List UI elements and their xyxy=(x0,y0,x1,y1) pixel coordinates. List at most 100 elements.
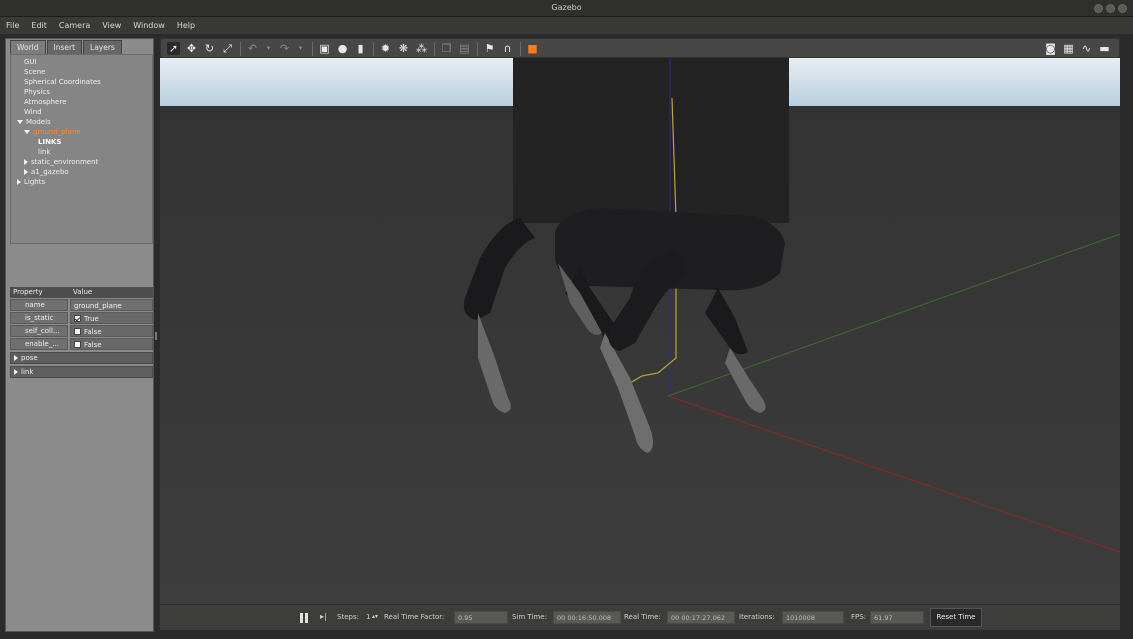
box-shape-icon[interactable]: ▣ xyxy=(318,42,331,55)
property-group-pose[interactable]: pose xyxy=(10,352,153,364)
panel-splitter-handle[interactable] xyxy=(155,332,157,340)
copy-icon[interactable]: ❐ xyxy=(440,42,453,55)
tree-item-label: Spherical Coordinates xyxy=(24,78,101,86)
tree-item-label: Atmosphere xyxy=(24,98,67,106)
step-icon[interactable]: ▸| xyxy=(320,612,327,621)
tree-item-label: link xyxy=(38,148,51,156)
tree-item-label: Models xyxy=(26,118,51,126)
left-panel: World Insert Layers GUI Scene Spherical Co… xyxy=(5,38,154,632)
tree-item-atmosphere[interactable]: Atmosphere xyxy=(24,98,66,106)
minimize-button[interactable] xyxy=(1094,4,1103,13)
close-button[interactable] xyxy=(1118,4,1127,13)
undo-history-icon[interactable]: ▾ xyxy=(262,42,275,55)
time-panel: ▸| Steps: 1 ▴▾ Real Time Factor: 0.95 Si… xyxy=(160,604,1120,630)
expand-arrow-icon xyxy=(14,355,18,361)
select-mode-icon[interactable]: ➚ xyxy=(167,42,180,55)
translate-mode-icon[interactable]: ✥ xyxy=(185,42,198,55)
checkbox-unchecked[interactable] xyxy=(74,328,81,335)
tree-item-spherical-coordinates[interactable]: Spherical Coordinates xyxy=(24,78,101,86)
menu-file[interactable]: File xyxy=(6,21,19,30)
expand-arrow-icon[interactable] xyxy=(24,159,28,165)
collapse-arrow-icon[interactable] xyxy=(24,130,30,134)
property-value[interactable]: False xyxy=(70,338,153,350)
static-environment-box xyxy=(513,58,789,223)
steps-value[interactable]: 1 xyxy=(366,613,370,621)
checkbox-unchecked[interactable] xyxy=(74,341,81,348)
reset-time-button[interactable]: Reset Time xyxy=(930,608,982,627)
3d-viewport[interactable] xyxy=(160,58,1120,604)
menu-view[interactable]: View xyxy=(102,21,121,30)
plot-icon[interactable]: ∿ xyxy=(1080,42,1093,55)
property-value[interactable]: False xyxy=(70,325,153,337)
steps-label: Steps: xyxy=(337,613,359,621)
tree-item-lights[interactable]: Lights xyxy=(17,178,45,186)
video-record-icon[interactable]: ▬ xyxy=(1098,42,1111,55)
screenshot-icon[interactable]: ◙ xyxy=(1044,42,1057,55)
steps-spinner-icon[interactable]: ▴▾ xyxy=(372,613,378,620)
tree-item-static-environment[interactable]: static_environment xyxy=(24,158,98,166)
property-table: Property Value name ground_plane is_stat… xyxy=(10,287,153,378)
checkbox-checked[interactable] xyxy=(74,315,81,322)
property-row[interactable]: name ground_plane xyxy=(10,299,153,311)
menu-camera[interactable]: Camera xyxy=(59,21,90,30)
property-key: enable_... xyxy=(10,338,68,350)
pause-icon[interactable] xyxy=(300,613,308,623)
snap-icon[interactable]: ∩ xyxy=(501,42,514,55)
point-light-icon[interactable]: ✹ xyxy=(379,42,392,55)
rotate-mode-icon[interactable]: ↻ xyxy=(203,42,216,55)
tree-item-links[interactable]: LINKS xyxy=(38,138,61,146)
value-column-header: Value xyxy=(73,288,93,296)
tree-item-label: ground_plane xyxy=(33,128,81,136)
tree-item-label: a1_gazebo xyxy=(31,168,69,176)
tree-item-ground-plane[interactable]: ground_plane xyxy=(24,128,81,136)
spot-light-icon[interactable]: ❋ xyxy=(397,42,410,55)
menu-edit[interactable]: Edit xyxy=(31,21,47,30)
iterations-label: Iterations: xyxy=(739,613,775,621)
window-title: Gazebo xyxy=(551,3,582,12)
tab-insert[interactable]: Insert xyxy=(46,40,83,54)
redo-history-icon[interactable]: ▾ xyxy=(294,42,307,55)
iterations-value: 1010008 xyxy=(782,611,844,624)
menu-window[interactable]: Window xyxy=(133,21,165,30)
property-value[interactable]: ground_plane xyxy=(70,299,153,311)
property-row[interactable]: is_static True xyxy=(10,312,153,324)
title-bar: Gazebo xyxy=(0,0,1133,17)
scale-mode-icon[interactable]: ⤢ xyxy=(221,42,234,55)
tree-item-physics[interactable]: Physics xyxy=(24,88,50,96)
log-icon[interactable]: ▦ xyxy=(1062,42,1075,55)
directional-light-icon[interactable]: ⁂ xyxy=(415,42,428,55)
property-row[interactable]: enable_... False xyxy=(10,338,153,350)
property-row[interactable]: self_coll... False xyxy=(10,325,153,337)
align-icon[interactable]: ⚑ xyxy=(483,42,496,55)
cylinder-shape-icon[interactable]: ▮ xyxy=(354,42,367,55)
property-key: self_coll... xyxy=(10,325,68,337)
maximize-button[interactable] xyxy=(1106,4,1115,13)
sphere-shape-icon[interactable]: ● xyxy=(336,42,349,55)
redo-icon[interactable]: ↷ xyxy=(278,42,291,55)
menu-help[interactable]: Help xyxy=(177,21,195,30)
tree-item-label: Physics xyxy=(24,88,50,96)
tree-item-link[interactable]: link xyxy=(38,148,50,156)
paste-icon[interactable]: ▤ xyxy=(458,42,471,55)
tree-item-label: Scene xyxy=(24,68,46,76)
expand-arrow-icon xyxy=(14,369,18,375)
tree-item-gui[interactable]: GUI xyxy=(24,58,37,66)
undo-icon[interactable]: ↶ xyxy=(246,42,259,55)
property-value-text: False xyxy=(84,327,102,336)
change-view-icon[interactable]: ■ xyxy=(526,42,539,55)
tab-layers[interactable]: Layers xyxy=(83,40,122,54)
tree-item-wind[interactable]: Wind xyxy=(24,108,42,116)
panel-tabs: World Insert Layers xyxy=(10,40,122,54)
tab-world[interactable]: World xyxy=(10,40,46,54)
expand-arrow-icon[interactable] xyxy=(24,169,28,175)
tree-item-a1-gazebo[interactable]: a1_gazebo xyxy=(24,168,69,176)
collapse-arrow-icon[interactable] xyxy=(17,120,23,124)
tree-item-models[interactable]: Models xyxy=(17,118,51,126)
tree-item-scene[interactable]: Scene xyxy=(24,68,45,76)
window-controls xyxy=(1094,4,1127,13)
property-value-text: True xyxy=(84,314,99,323)
property-value[interactable]: True xyxy=(70,312,153,324)
property-group-link[interactable]: link xyxy=(10,366,153,378)
toolbar-separator xyxy=(240,42,241,56)
expand-arrow-icon[interactable] xyxy=(17,179,21,185)
